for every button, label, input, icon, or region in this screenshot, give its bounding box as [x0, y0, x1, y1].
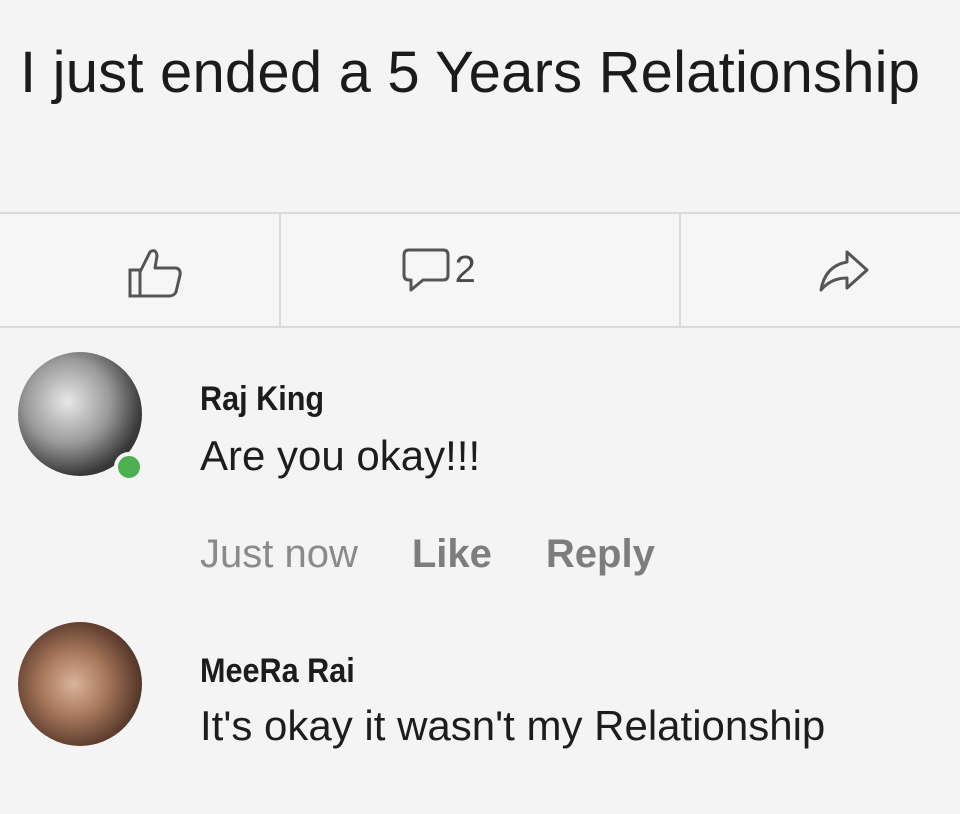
post-action-bar: 2: [0, 212, 960, 328]
comment-text: It's okay it wasn't my Relationship: [200, 702, 826, 749]
comment-reply-button[interactable]: Reply: [546, 532, 655, 577]
comment-meta: Just now Like Reply: [200, 532, 655, 577]
comment-author[interactable]: MeeRa Rai: [200, 652, 355, 691]
share-button[interactable]: [681, 214, 960, 326]
comment-count: 2: [454, 248, 476, 291]
share-arrow-icon: [819, 250, 869, 292]
like-button[interactable]: [0, 214, 281, 326]
online-status-indicator: [114, 452, 144, 482]
avatar[interactable]: [18, 622, 142, 746]
post-text: I just ended a 5 Years Relationship: [20, 40, 921, 105]
comment-text: Are you okay!!!: [200, 432, 481, 479]
comment-button[interactable]: 2: [281, 214, 682, 326]
comment-timestamp: Just now: [200, 532, 358, 576]
thumbs-up-icon: [128, 249, 182, 298]
comment-author[interactable]: Raj King: [200, 380, 324, 419]
comment-bubble-icon: [402, 248, 450, 292]
comment-like-button[interactable]: Like: [412, 532, 492, 577]
